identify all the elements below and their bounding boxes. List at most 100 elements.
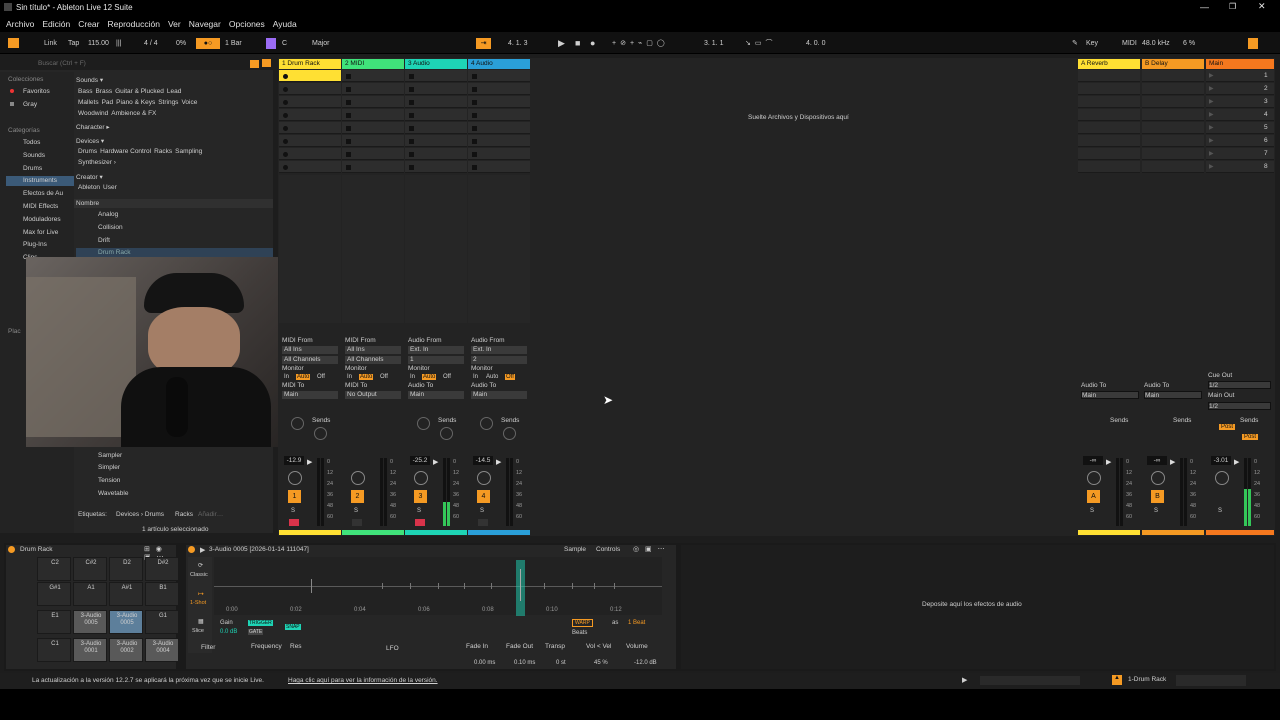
clip-stop-icon[interactable] xyxy=(409,139,414,144)
monitor-in-button[interactable]: In xyxy=(410,374,415,380)
volume-value[interactable]: -12.9 xyxy=(284,456,304,465)
menu-opciones[interactable]: Opciones xyxy=(229,19,265,29)
clip-stop-icon[interactable] xyxy=(346,152,351,157)
lfo-label[interactable]: LFO xyxy=(386,645,399,652)
list-item[interactable]: Drift xyxy=(98,237,110,244)
menu-crear[interactable]: Crear xyxy=(78,19,99,29)
pencil-icon[interactable]: ✎ xyxy=(1072,38,1078,49)
clip-stop-icon[interactable] xyxy=(346,87,351,92)
menu-reproduccion[interactable]: Reproducción xyxy=(108,19,160,29)
time-signature-field[interactable]: 4 / 4 xyxy=(144,38,158,49)
monitor-auto-button[interactable]: Auto xyxy=(485,374,499,380)
clip-stop-icon[interactable] xyxy=(346,126,351,131)
tag-bass[interactable]: Bass xyxy=(78,88,92,95)
clip-stop-icon[interactable] xyxy=(283,100,288,105)
pan-knob[interactable] xyxy=(414,471,428,485)
volume-value[interactable]: -∞ xyxy=(1147,456,1167,465)
clip-stop-icon[interactable] xyxy=(409,152,414,157)
clip-slot[interactable] xyxy=(468,70,530,82)
output-select[interactable]: Main xyxy=(282,391,338,399)
automation-icons[interactable]: +⊘+⌁▢◯ xyxy=(612,38,669,49)
send-a-knob[interactable] xyxy=(480,417,493,430)
pan-knob[interactable] xyxy=(351,471,365,485)
tag-sampling[interactable]: Sampling xyxy=(175,148,202,155)
view-toggle-icon[interactable] xyxy=(1248,38,1258,49)
midi-map-button[interactable]: MIDI xyxy=(1122,38,1137,49)
scene-play-icon[interactable]: ▶ xyxy=(1209,72,1214,79)
solo-button[interactable]: S xyxy=(1218,508,1222,514)
tag-voice[interactable]: Voice xyxy=(181,99,197,106)
character-filter-header[interactable]: Character ▸ xyxy=(76,123,110,131)
clip-stop-icon[interactable] xyxy=(472,74,477,79)
clip-slot[interactable] xyxy=(468,122,530,134)
monitor-off-button[interactable]: Off xyxy=(442,374,452,380)
clip-slot[interactable] xyxy=(468,83,530,95)
clip-stop-icon[interactable] xyxy=(472,126,477,131)
clip-stop-icon[interactable] xyxy=(346,100,351,105)
list-item[interactable]: Tension xyxy=(98,477,120,484)
category-audio-effects[interactable]: Efectos de Au xyxy=(23,190,63,197)
key-select[interactable]: C xyxy=(282,38,287,49)
gain-value[interactable]: 0.0 dB xyxy=(220,629,237,635)
drum-pad[interactable]: 3-Audio 0001 xyxy=(73,638,107,662)
input-type-select[interactable]: Ext. In xyxy=(471,346,527,354)
clip-stop-icon[interactable] xyxy=(283,152,288,157)
menu-ver[interactable]: Ver xyxy=(168,19,181,29)
post-button-2[interactable]: Post xyxy=(1242,434,1259,440)
tags-racks[interactable]: Racks xyxy=(175,511,193,518)
category-max-for-live[interactable]: Max for Live xyxy=(23,229,58,236)
clip-stop-icon[interactable] xyxy=(472,152,477,157)
list-item[interactable]: Drum Rack xyxy=(98,249,131,256)
warp-length[interactable]: 1 Beat xyxy=(628,620,645,626)
list-item[interactable]: Wavetable xyxy=(98,490,128,497)
category-moduladores[interactable]: Moduladores xyxy=(23,216,61,223)
clip-stop-icon[interactable] xyxy=(472,165,477,170)
track-header-3[interactable]: 3 Audio xyxy=(405,59,467,69)
vol-vel-value[interactable]: 45 % xyxy=(594,660,608,666)
track-activator-button[interactable]: B xyxy=(1151,490,1164,503)
tag-user[interactable]: User xyxy=(103,184,117,191)
scene-play-icon[interactable]: ▶ xyxy=(1209,163,1214,170)
scale-select[interactable]: Major xyxy=(312,38,330,49)
track-activator-button[interactable]: 2 xyxy=(351,490,364,503)
send-b-knob[interactable] xyxy=(314,427,327,440)
clip-stop-icon[interactable] xyxy=(346,74,351,79)
menu-ayuda[interactable]: Ayuda xyxy=(273,19,297,29)
clip-stop-icon[interactable] xyxy=(409,74,414,79)
drum-pad[interactable]: D2 xyxy=(109,557,143,581)
fx-drop-area[interactable]: Deposite aquí los efectos de audio xyxy=(681,545,1274,669)
clip-slot[interactable] xyxy=(342,135,404,147)
send-b-knob[interactable] xyxy=(440,427,453,440)
clip-stop-icon[interactable] xyxy=(472,139,477,144)
arm-button[interactable] xyxy=(289,519,299,526)
devices-filter-header[interactable]: Devices ▾ xyxy=(76,137,104,145)
filter-icon[interactable] xyxy=(250,60,259,68)
clip-slot[interactable] xyxy=(342,122,404,134)
scene-launch[interactable]: ▶ 8 xyxy=(1206,161,1274,173)
clip-slot[interactable] xyxy=(279,83,341,95)
slice-icon[interactable]: ▦ xyxy=(198,618,204,625)
list-item[interactable]: Analog xyxy=(98,211,118,218)
drum-pad[interactable]: D#2 xyxy=(145,557,179,581)
menu-navegar[interactable]: Navegar xyxy=(189,19,221,29)
monitor-off-button[interactable]: Off xyxy=(505,374,515,380)
drum-pad[interactable]: B1 xyxy=(145,582,179,606)
list-item[interactable]: Collision xyxy=(98,224,123,231)
warp-mode[interactable]: Beats xyxy=(572,630,587,636)
output-select[interactable]: Main xyxy=(471,391,527,399)
close-icon[interactable]: ✕ xyxy=(1258,1,1266,12)
solo-button[interactable]: S xyxy=(1090,508,1094,514)
tap-button[interactable]: Tap xyxy=(68,38,79,49)
release-notes-link[interactable]: Haga clic aquí para ver la información d… xyxy=(288,677,438,684)
clip-stop-icon[interactable] xyxy=(472,100,477,105)
clip-slot[interactable] xyxy=(279,122,341,134)
scale-mode-icon[interactable] xyxy=(266,38,276,49)
scene-launch[interactable]: ▶ 1 xyxy=(1206,70,1274,82)
clip-slot[interactable] xyxy=(405,70,467,82)
tags-add[interactable]: Añadir… xyxy=(198,511,223,518)
clip-slot[interactable] xyxy=(342,83,404,95)
input-channel-select[interactable]: All Channels xyxy=(282,356,338,364)
slice-mode[interactable]: Slice xyxy=(192,628,204,634)
monitor-auto-button[interactable]: Auto xyxy=(359,374,374,380)
drum-pad[interactable]: G1 xyxy=(145,610,179,634)
